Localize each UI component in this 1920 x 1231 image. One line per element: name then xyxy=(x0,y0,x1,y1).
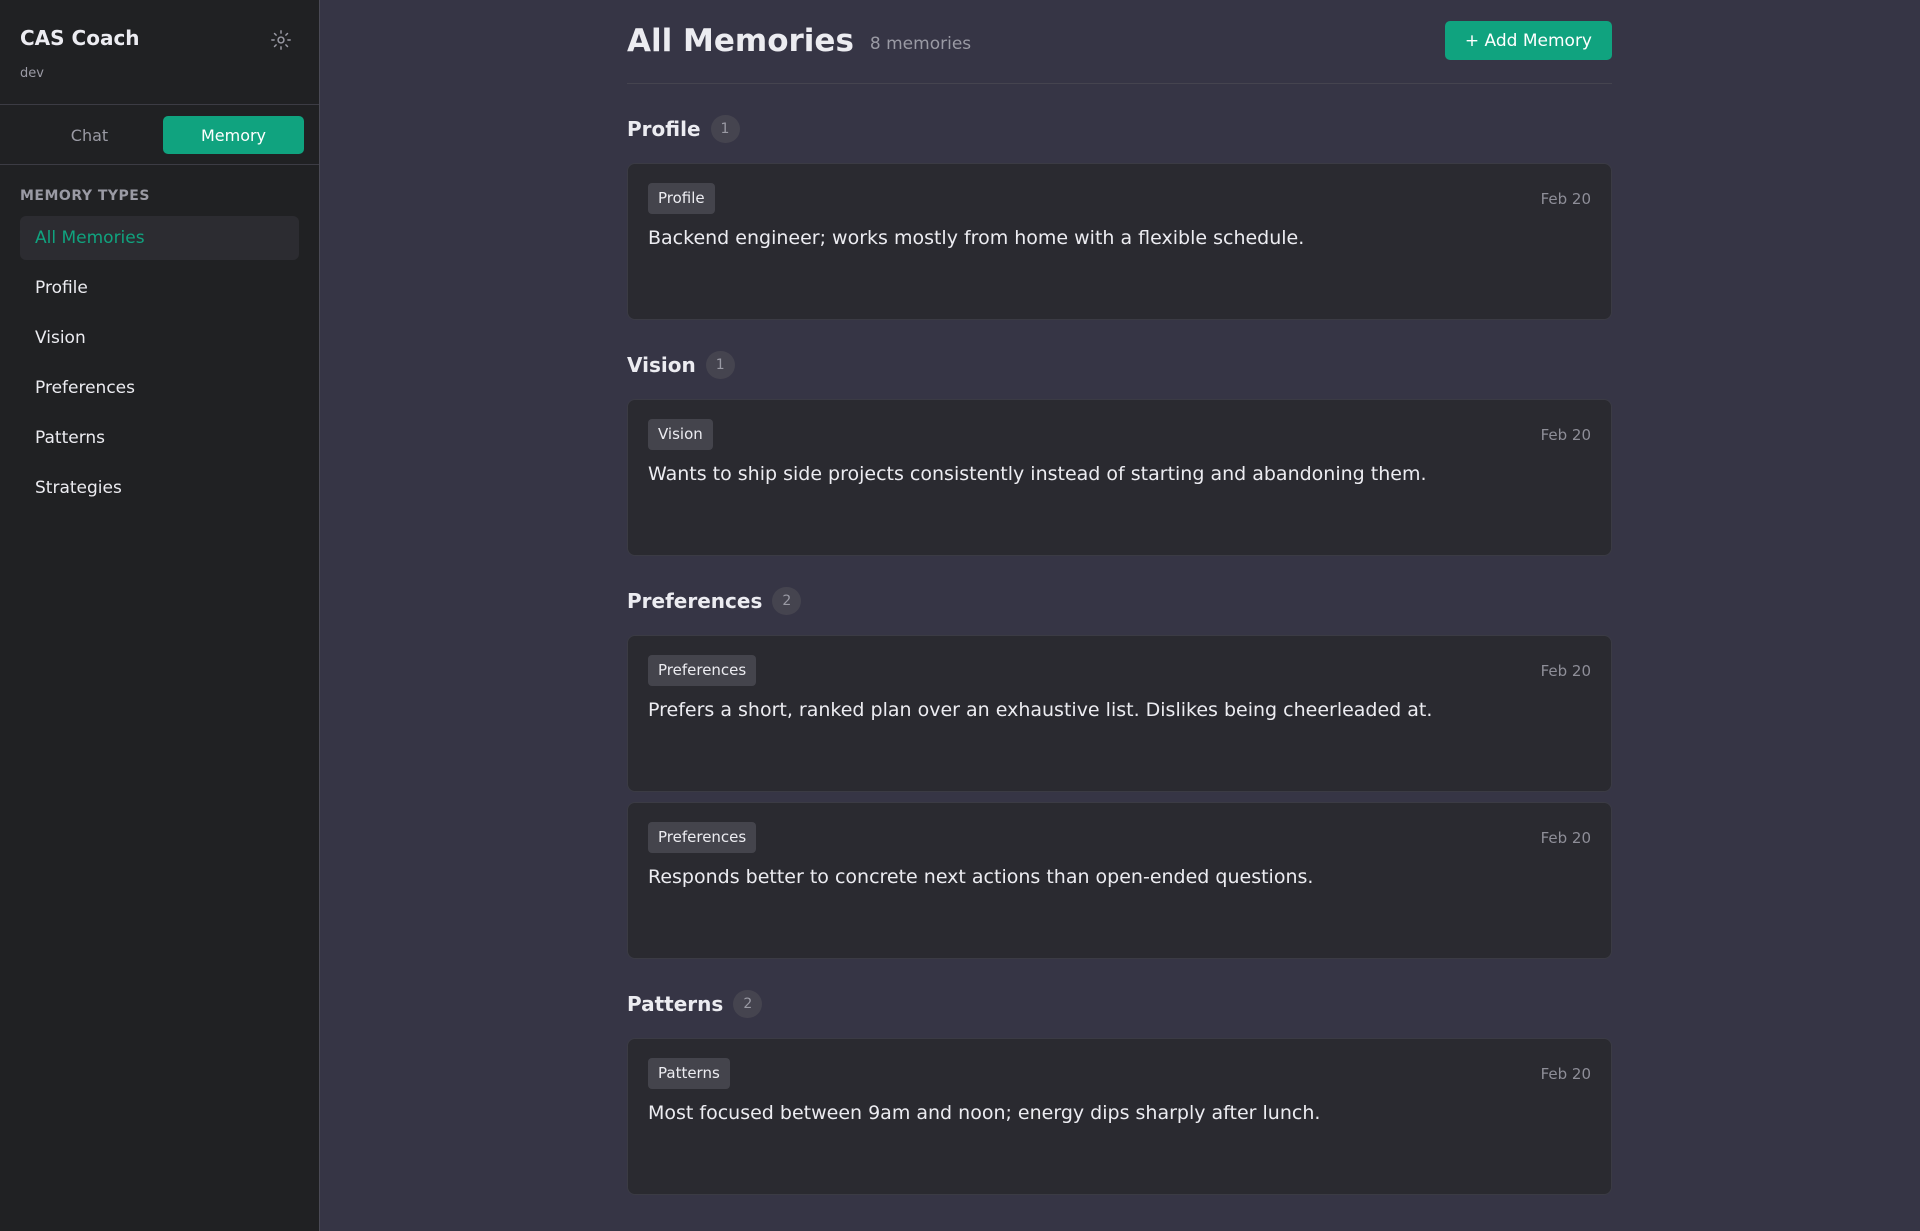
memory-card[interactable]: Profile Feb 20 Backend engineer; works m… xyxy=(627,163,1612,320)
group-title: Profile xyxy=(627,117,701,141)
count-badge: 1 xyxy=(705,351,735,379)
count-badge: 2 xyxy=(733,990,763,1018)
page-title: All Memories xyxy=(627,22,854,59)
count-badge: 2 xyxy=(772,587,802,615)
group-header: Vision 1 xyxy=(627,351,1612,379)
memory-text: Responds better to concrete next actions… xyxy=(648,866,1314,888)
sidebar-item-patterns[interactable]: Patterns xyxy=(20,416,299,460)
sidebar-item-strategies[interactable]: Strategies xyxy=(20,466,299,510)
memory-type-tag: Profile xyxy=(648,183,715,214)
memory-date: Feb 20 xyxy=(1540,829,1591,847)
memory-date: Feb 20 xyxy=(1540,426,1591,444)
sidebar-item-profile[interactable]: Profile xyxy=(20,266,299,310)
memory-date: Feb 20 xyxy=(1540,190,1591,208)
memory-date: Feb 20 xyxy=(1540,662,1591,680)
memory-card[interactable]: Patterns Feb 20 Most focused between 9am… xyxy=(627,1038,1612,1195)
memory-type-tag: Patterns xyxy=(648,1058,730,1089)
group-title: Vision xyxy=(627,353,696,377)
sidebar-item-preferences[interactable]: Preferences xyxy=(20,366,299,410)
memory-type-tag: Vision xyxy=(648,419,713,450)
group-header: Preferences 2 xyxy=(627,587,1612,615)
memory-date: Feb 20 xyxy=(1540,1065,1591,1083)
memory-type-tag: Preferences xyxy=(648,822,757,853)
memory-text: Prefers a short, ranked plan over an exh… xyxy=(648,699,1433,721)
mode-toggle: Chat Memory xyxy=(0,105,319,165)
count-badge: 1 xyxy=(710,115,740,143)
memory-card[interactable]: Vision Feb 20 Wants to ship side project… xyxy=(627,399,1612,556)
group-header: Profile 1 xyxy=(627,115,1612,143)
group-profile: Profile 1 Profile Feb 20 Backend enginee… xyxy=(627,115,1612,320)
memories-panel: All Memories 8 memories + Add Memory Pro… xyxy=(627,0,1612,1195)
sidebar: CAS Coach dev Chat Memory MEMORY TYPES A… xyxy=(0,0,320,1231)
memory-card[interactable]: Preferences Feb 20 Responds better to co… xyxy=(627,802,1612,959)
app-root: CAS Coach dev Chat Memory MEMORY TYPES A… xyxy=(0,0,1920,1231)
memory-type-list: All Memories Profile Vision Preferences … xyxy=(0,216,319,510)
app-title: CAS Coach xyxy=(20,26,140,50)
sidebar-header: CAS Coach dev xyxy=(0,0,319,105)
memory-count: 8 memories xyxy=(869,33,972,54)
page-header: All Memories 8 memories + Add Memory xyxy=(627,0,1612,84)
environment-label: dev xyxy=(20,66,44,81)
memory-text: Backend engineer; works mostly from home… xyxy=(648,227,1305,249)
memory-card[interactable]: Preferences Feb 20 Prefers a short, rank… xyxy=(627,635,1612,792)
memory-types-heading: MEMORY TYPES xyxy=(20,188,150,204)
main-content: All Memories 8 memories + Add Memory Pro… xyxy=(320,0,1920,1231)
add-memory-button[interactable]: + Add Memory xyxy=(1444,21,1612,60)
group-title: Patterns xyxy=(627,992,724,1016)
memory-text: Wants to ship side projects consistently… xyxy=(648,463,1427,485)
settings-button[interactable] xyxy=(269,28,293,52)
memory-type-tag: Preferences xyxy=(648,655,757,686)
tab-chat[interactable]: Chat xyxy=(19,116,160,154)
tab-memory[interactable]: Memory xyxy=(163,116,304,154)
sidebar-item-vision[interactable]: Vision xyxy=(20,316,299,360)
group-preferences: Preferences 2 Preferences Feb 20 Prefers… xyxy=(627,587,1612,959)
sidebar-item-all-memories[interactable]: All Memories xyxy=(20,216,299,260)
group-title: Preferences xyxy=(627,589,763,613)
gear-icon xyxy=(271,30,291,50)
memory-text: Most focused between 9am and noon; energ… xyxy=(648,1102,1321,1124)
group-vision: Vision 1 Vision Feb 20 Wants to ship sid… xyxy=(627,351,1612,556)
group-header: Patterns 2 xyxy=(627,990,1612,1018)
group-patterns: Patterns 2 Patterns Feb 20 Most focused … xyxy=(627,990,1612,1195)
